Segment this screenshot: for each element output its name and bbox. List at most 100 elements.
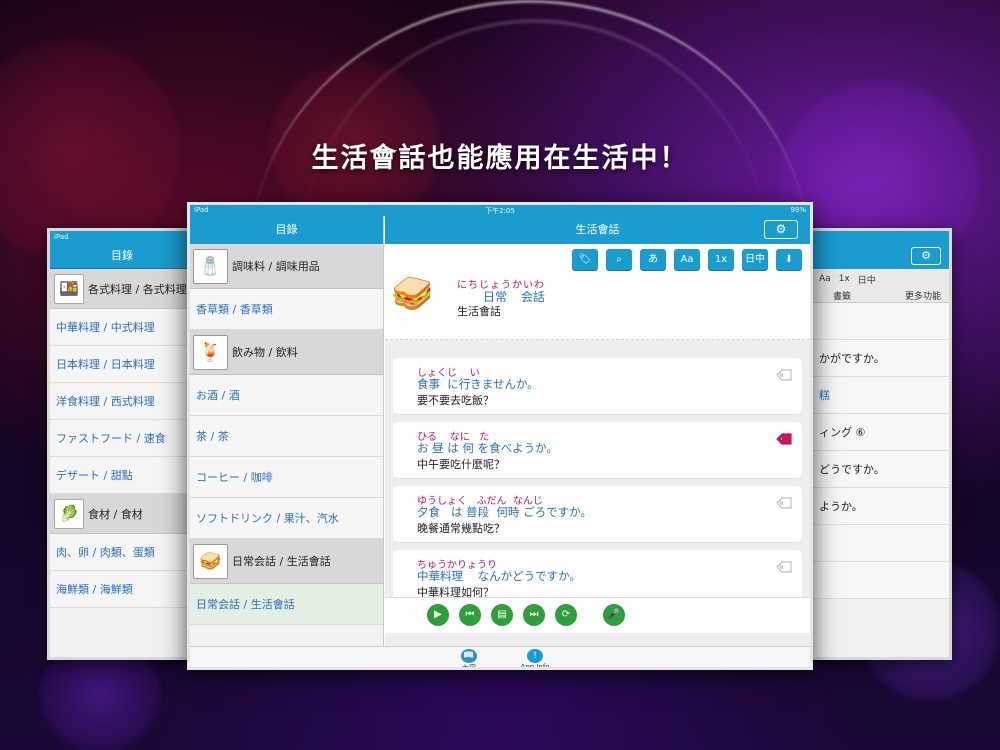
phrase-card[interactable]: ひる なに たお 昼 は 何 を食べようか。 中午要吃什麼呢？	[393, 422, 802, 478]
condiment-icon: 🧂	[193, 248, 228, 284]
page-title: 生活會話	[575, 223, 620, 236]
main-tablet: iPad 下午2:05 99% 目錄 🧂 調味料 / 調味用品 香草類 / 香草類 🍹…	[187, 202, 813, 670]
category-header[interactable]: 🧂 調味料 / 調味用品	[190, 244, 383, 289]
phrase-list: しょくじ い食事 に行きませんか。 要不要去吃飯？ ひる なに たお 昼 は 何 を…	[385, 350, 810, 597]
list-button[interactable]: ▤	[491, 604, 513, 626]
tab-row: 書籤 更多功能	[803, 289, 949, 303]
category-header[interactable]: 🍹 飲み物 / 飲料	[190, 330, 383, 375]
toolbar-header: ⚙	[803, 243, 949, 269]
tab-bar: 📖 內容! App Info	[190, 646, 810, 670]
list-item[interactable]: どうですか。	[803, 451, 949, 488]
category-label: 食材 / 食材	[88, 507, 143, 521]
tab-bookmarks[interactable]: 書籤	[833, 289, 851, 302]
record-button[interactable]: 🎤	[603, 604, 625, 626]
content-pane: 生活會話 ⚙ 🏷 ⌕ あ Aa 1x 日中 ⬇ 🥪 にちじょうかいわ 日常 会話 生活會話 …	[385, 216, 810, 646]
phrase-japanese: 食事 に行きませんか。	[417, 377, 539, 391]
settings-button[interactable]: ⚙	[764, 220, 798, 239]
tool-button[interactable]: 1x	[839, 274, 850, 284]
play-button[interactable]: ▶	[427, 604, 449, 626]
back-tablet-left: iPad 目錄 🍱 各式料理 / 各式料理 中華料理 / 中式料理 日本料理 / 日本…	[47, 228, 197, 660]
phrase-card[interactable]: ちゅうかりょうり 中華料理 なんかどうですか。 中華料理如何？	[393, 550, 802, 597]
list-item[interactable]	[803, 562, 949, 599]
status-bar	[803, 231, 949, 243]
category-header[interactable]: 🍱 各式料理 / 各式料理	[50, 269, 194, 309]
info-icon: !	[527, 649, 543, 663]
tab-more[interactable]: 更多功能	[905, 289, 941, 302]
drinks-icon: 🍹	[193, 334, 228, 370]
list-item[interactable]: 海鮮類 / 海鮮類	[50, 571, 194, 608]
tab-content[interactable]: 📖 內容	[439, 649, 499, 667]
phrase-chinese: 中午要吃什麼呢？	[417, 458, 505, 471]
speed-tool[interactable]: 1x	[708, 249, 734, 270]
phrase-chinese: 晚餐通常幾點吃？	[417, 522, 505, 535]
category-label: 調味料 / 調味用品	[232, 260, 320, 273]
list-item[interactable]: 香草類 / 香草類	[190, 289, 383, 330]
category-header[interactable]: 🥪 日常会話 / 生活會話	[190, 539, 383, 584]
bookmark-tool[interactable]: 🏷	[572, 249, 598, 270]
list-item[interactable]: ィング ⑥	[803, 414, 949, 451]
category-list: 🧂 調味料 / 調味用品香草類 / 香草類 🍹 飲み物 / 飲料 お酒 / 酒茶 / 茶…	[190, 244, 383, 625]
list-item[interactable]: 茶 / 茶	[190, 416, 383, 457]
phrase-japanese: お 昼 は 何 を食べようか。	[417, 441, 558, 455]
list-item[interactable]: お酒 / 酒	[190, 375, 383, 416]
bookmark-tag-active-icon[interactable]	[776, 430, 792, 445]
tab-label: App Info	[520, 663, 550, 670]
category-label: 日常会話 / 生活會話	[232, 555, 331, 568]
list-item-selected[interactable]: 日常会話 / 生活會話	[190, 584, 383, 625]
kana-tool[interactable]: あ	[640, 249, 666, 270]
list-item[interactable]: コーヒー / 咖啡	[190, 457, 383, 498]
tool-button[interactable]: Aa	[819, 274, 831, 284]
list-item[interactable]	[803, 303, 949, 340]
next-button[interactable]: ⏭	[523, 604, 545, 626]
gear-icon[interactable]: ⚙	[911, 247, 941, 265]
list-item[interactable]: 糕	[803, 377, 949, 414]
phrase-chinese: 中華料理如何？	[417, 586, 494, 597]
phrase-list: かがですか。糕ィング ⑥ どうですか。 ようか。	[803, 303, 949, 599]
list-item[interactable]: 洋食料理 / 西式料理	[50, 383, 194, 420]
phrase-card[interactable]: ゆうしょく ふだん なんじ 夕食 は 普段 何時 ごろですか。 晚餐通常幾點吃？	[393, 486, 802, 542]
document-icon: ▤	[497, 609, 507, 620]
status-bar: iPad 下午2:05 99%	[190, 205, 810, 216]
bookmark-tag-icon[interactable]	[776, 366, 792, 381]
sandwich-icon: 🥪	[193, 543, 228, 579]
skip-forward-icon: ⏭	[529, 609, 539, 620]
lesson-title-card: 🥪 にちじょうかいわ 日常 会話 生活會話	[385, 272, 810, 340]
list-item[interactable]: 日本料理 / 日本料理	[50, 346, 194, 383]
bookmark-tag-icon[interactable]	[776, 558, 792, 573]
tool-button[interactable]: 日中	[858, 273, 876, 286]
content-header: 生活會話 ⚙	[385, 216, 810, 244]
download-tool[interactable]: ⬇	[776, 249, 802, 270]
category-label: 各式料理 / 各式料理	[88, 282, 187, 296]
list-item[interactable]: ようか。	[803, 488, 949, 525]
play-icon: ▶	[434, 609, 442, 620]
back-tablet-right: ⚙ Aa 1x 日中 書籤 更多功能 かがですか。糕ィング ⑥ どうですか。 ようか。	[800, 228, 952, 660]
font-size-tool[interactable]: Aa	[674, 249, 700, 270]
sidebar: 目錄 🧂 調味料 / 調味用品 香草類 / 香草類 🍹 飲み物 / 飲料 お酒 / 酒茶 …	[190, 216, 384, 646]
bookmark-tag-icon[interactable]	[776, 494, 792, 509]
audio-player: ▶ ⏮ ▤ ⏭ ⟳ 🎤	[385, 597, 810, 633]
search-tool[interactable]: ⌕	[606, 249, 632, 270]
list-item[interactable]: かがですか。	[803, 340, 949, 377]
category-header[interactable]: 🥬 食材 / 食材	[50, 494, 194, 534]
category-list: 🍱 各式料理 / 各式料理 中華料理 / 中式料理 日本料理 / 日本料理 洋食料理 /…	[50, 269, 194, 608]
list-item[interactable]: 肉、卵 / 肉類、蛋類	[50, 534, 194, 571]
repeat-icon: ⟳	[561, 609, 571, 620]
microphone-icon: 🎤	[607, 609, 621, 620]
previous-button[interactable]: ⏮	[459, 604, 481, 626]
repeat-button[interactable]: ⟳	[555, 604, 577, 626]
list-item[interactable]: 中華料理 / 中式料理	[50, 309, 194, 346]
skip-back-icon: ⏮	[465, 609, 475, 620]
phrase-card[interactable]: しょくじ い食事 に行きませんか。 要不要去吃飯？	[393, 358, 802, 414]
battery-level: 99%	[790, 206, 806, 214]
list-item[interactable]	[803, 525, 949, 562]
toolbar: 🏷 ⌕ あ Aa 1x 日中 ⬇	[385, 244, 810, 272]
tab-app-info[interactable]: ! App Info	[505, 649, 565, 670]
vegetables-icon: 🥬	[54, 498, 84, 529]
status-bar: iPad	[50, 231, 194, 243]
list-item[interactable]: ファストフード / 速食	[50, 420, 194, 457]
list-item[interactable]: ソフトドリンク / 果汁、汽水	[190, 498, 383, 539]
phrase-japanese: 夕食 は 普段 何時 ごろですか。	[417, 505, 592, 519]
language-tool[interactable]: 日中	[742, 249, 768, 270]
list-item[interactable]: デザート / 甜點	[50, 457, 194, 494]
book-icon: 📖	[461, 649, 477, 663]
